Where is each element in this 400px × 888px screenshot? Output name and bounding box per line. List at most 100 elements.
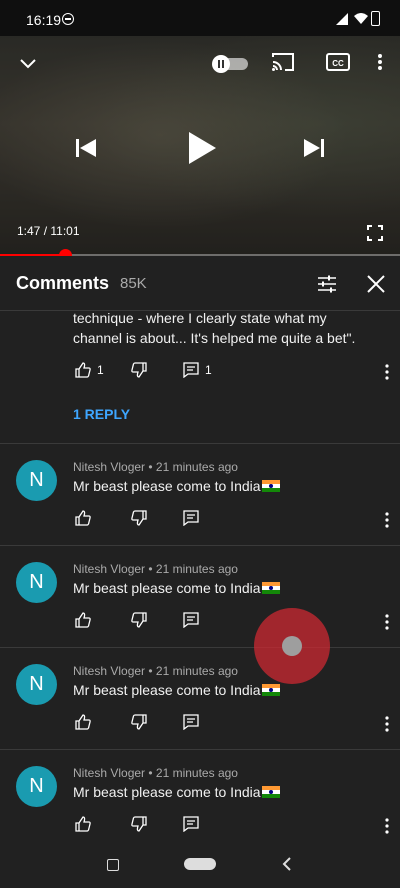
reply-count: 1 bbox=[205, 363, 212, 377]
comment-author-meta: Nitesh Vloger • 21 minutes ago bbox=[73, 460, 238, 474]
comment-text-body: Mr beast please come to India bbox=[73, 682, 261, 698]
status-bar: 16:19 bbox=[0, 0, 400, 36]
avatar-letter: N bbox=[29, 571, 44, 593]
dislike-icon bbox=[131, 816, 147, 832]
comment-text-continued: technique - where I clearly state what m… bbox=[73, 308, 383, 348]
video-time: 1:47 / 11:01 bbox=[17, 224, 80, 238]
like-icon bbox=[75, 362, 91, 378]
comment-author-meta: Nitesh Vloger • 21 minutes ago bbox=[73, 766, 238, 780]
comment-text-line: technique - where I clearly state what m… bbox=[73, 310, 327, 326]
autoplay-toggle-icon[interactable] bbox=[212, 52, 248, 74]
comments-header: Comments 85K bbox=[0, 258, 400, 311]
comment-item: N Nitesh Vloger • 21 minutes ago Mr beas… bbox=[0, 444, 400, 546]
play-icon[interactable] bbox=[180, 126, 224, 170]
touch-indicator bbox=[254, 608, 330, 684]
reply-icon bbox=[183, 510, 199, 526]
flag-india-icon bbox=[261, 582, 280, 594]
avatar[interactable]: N bbox=[16, 766, 57, 807]
like-button[interactable] bbox=[75, 510, 91, 526]
video-player[interactable]: CC 1:47 / 11:01 bbox=[0, 36, 400, 256]
comment-text: Mr beast please come to India bbox=[73, 478, 280, 494]
comment-item: N Nitesh Vloger • 21 minutes ago Mr beas… bbox=[0, 750, 400, 844]
comment-item: N Nitesh Vloger • 21 minutes ago Mr beas… bbox=[0, 546, 400, 648]
progress-bar[interactable] bbox=[0, 249, 400, 256]
reply-icon bbox=[183, 612, 199, 628]
like-icon bbox=[75, 816, 91, 832]
like-icon bbox=[75, 612, 91, 628]
comment-item: N Nitesh Vloger • 21 minutes ago Mr beas… bbox=[0, 648, 400, 750]
reply-icon bbox=[183, 816, 199, 832]
comment-author-meta: Nitesh Vloger • 21 minutes ago bbox=[73, 562, 238, 576]
dislike-button[interactable] bbox=[131, 510, 147, 526]
dislike-icon bbox=[131, 510, 147, 526]
avatar-letter: N bbox=[29, 673, 44, 695]
dislike-icon bbox=[131, 612, 147, 628]
svg-text:CC: CC bbox=[332, 59, 344, 68]
more-vertical-icon[interactable] bbox=[385, 614, 389, 630]
reply-button[interactable] bbox=[183, 510, 199, 526]
more-vertical-icon[interactable] bbox=[385, 716, 389, 732]
avatar[interactable]: N bbox=[16, 460, 57, 501]
dislike-button[interactable] bbox=[131, 612, 147, 628]
comment-actions bbox=[73, 510, 393, 530]
more-vertical-icon[interactable] bbox=[385, 512, 389, 528]
comment-text: Mr beast please come to India bbox=[73, 580, 280, 596]
captions-icon[interactable]: CC bbox=[325, 51, 351, 73]
more-vertical-icon[interactable] bbox=[385, 364, 389, 380]
more-vertical-icon[interactable] bbox=[370, 50, 390, 74]
filter-icon[interactable] bbox=[315, 272, 339, 296]
reply-button[interactable] bbox=[183, 714, 199, 730]
do-not-disturb-icon bbox=[62, 13, 74, 25]
battery-icon bbox=[371, 11, 380, 26]
cast-icon[interactable] bbox=[270, 50, 296, 74]
close-icon[interactable] bbox=[364, 272, 388, 296]
progress-fill bbox=[0, 254, 65, 256]
like-icon bbox=[75, 510, 91, 526]
home-pill-icon[interactable] bbox=[184, 858, 216, 870]
comment-text: Mr beast please come to India bbox=[73, 784, 280, 800]
comment-actions bbox=[73, 816, 393, 836]
back-icon[interactable] bbox=[280, 856, 294, 872]
comment-text-line: channel is about... It's helped me quite… bbox=[73, 330, 356, 346]
reply-icon bbox=[183, 362, 199, 378]
scrubber-handle[interactable] bbox=[58, 249, 72, 256]
like-button[interactable] bbox=[75, 816, 91, 832]
reply-button[interactable] bbox=[183, 612, 199, 628]
recents-icon[interactable] bbox=[107, 859, 119, 871]
reply-button[interactable]: 1 bbox=[183, 362, 212, 378]
comments-count: 85K bbox=[120, 275, 147, 292]
avatar[interactable]: N bbox=[16, 562, 57, 603]
dislike-button[interactable] bbox=[131, 816, 147, 832]
like-icon bbox=[75, 714, 91, 730]
comment-text-body: Mr beast please come to India bbox=[73, 580, 261, 596]
status-time: 16:19 bbox=[26, 12, 62, 28]
flag-india-icon bbox=[261, 684, 280, 696]
dislike-button[interactable] bbox=[131, 362, 147, 378]
comment-author-meta: Nitesh Vloger • 21 minutes ago bbox=[73, 664, 238, 678]
like-button[interactable] bbox=[75, 714, 91, 730]
comments-title: Comments bbox=[16, 273, 110, 293]
comment-text: Mr beast please come to India bbox=[73, 682, 280, 698]
flag-india-icon bbox=[261, 786, 280, 798]
comments-panel: Comments 85K technique - where I clearly… bbox=[0, 258, 400, 844]
previous-icon[interactable] bbox=[72, 134, 100, 162]
reply-icon bbox=[183, 714, 199, 730]
like-count: 1 bbox=[97, 363, 104, 377]
more-vertical-icon[interactable] bbox=[385, 818, 389, 834]
like-button[interactable] bbox=[75, 612, 91, 628]
fullscreen-icon[interactable] bbox=[364, 222, 386, 244]
cellular-signal-icon bbox=[336, 13, 348, 25]
next-icon[interactable] bbox=[300, 134, 328, 162]
like-button[interactable]: 1 bbox=[75, 362, 104, 378]
comment-actions bbox=[73, 612, 393, 632]
dislike-icon bbox=[131, 714, 147, 730]
reply-button[interactable] bbox=[183, 816, 199, 832]
collapse-chevron-icon[interactable] bbox=[16, 52, 40, 76]
flag-india-icon bbox=[261, 480, 280, 492]
dislike-button[interactable] bbox=[131, 714, 147, 730]
comment-actions: 1 1 bbox=[73, 362, 393, 382]
avatar-letter: N bbox=[29, 469, 44, 491]
view-replies-link[interactable]: 1 REPLY bbox=[73, 406, 130, 422]
avatar[interactable]: N bbox=[16, 664, 57, 705]
comment-text-body: Mr beast please come to India bbox=[73, 478, 261, 494]
